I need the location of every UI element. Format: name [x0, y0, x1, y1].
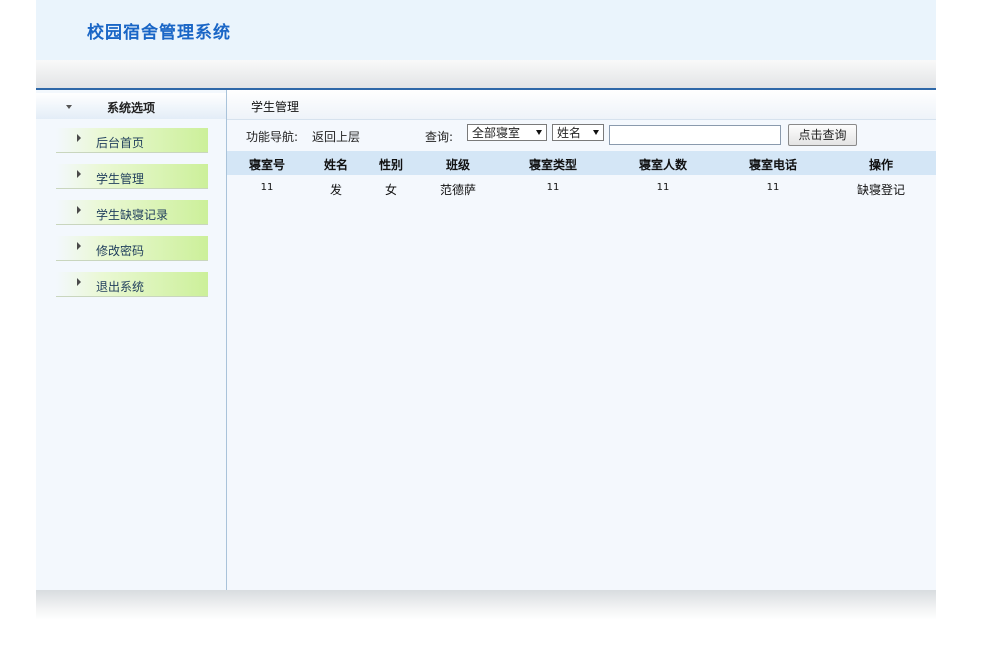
sidebar-heading[interactable]: 系统选项: [36, 93, 226, 119]
cell-room-type: 11: [546, 182, 560, 193]
sidebar-item-label: 学生管理: [96, 172, 145, 186]
table-header: 寝室号 姓名 性别 班级 寝室类型 寝室人数 寝室电话 操作: [227, 151, 936, 175]
col-header-class: 班级: [445, 158, 471, 172]
cell-room-occupancy: 11: [656, 182, 670, 193]
dorm-filter-value: 全部寝室: [472, 126, 521, 140]
sidebar: 系统选项 后台首页 学生管理 学生缺寝记录 修改密码 退出系统: [36, 90, 227, 590]
content-tabbar: 学生管理: [227, 90, 936, 120]
cell-gender: 女: [384, 183, 398, 197]
triangle-right-icon: [77, 134, 81, 142]
cell-room-phone: 11: [766, 182, 780, 193]
sidebar-heading-label: 系统选项: [107, 101, 156, 115]
sidebar-item-student-management[interactable]: 学生管理: [56, 164, 208, 189]
back-link[interactable]: 返回上层: [312, 128, 360, 145]
cell-room-number: 11: [260, 182, 274, 193]
dorm-filter-select[interactable]: 全部寝室: [467, 124, 547, 141]
sidebar-item-label: 退出系统: [96, 280, 145, 294]
col-header-room-occupancy: 寝室人数: [638, 158, 688, 172]
sidebar-item-home[interactable]: 后台首页: [56, 128, 208, 153]
main-content: 学生管理 功能导航: 返回上层 查询: 全部寝室 姓名 点击查询 寝室号 姓名 …: [227, 90, 936, 590]
app-title: 校园宿舍管理系统: [87, 23, 231, 43]
sidebar-item-change-password[interactable]: 修改密码: [56, 236, 208, 261]
triangle-right-icon: [77, 206, 81, 214]
dropdown-caret-icon: [593, 130, 599, 135]
search-input[interactable]: [609, 125, 781, 145]
col-header-room-phone: 寝室电话: [748, 158, 798, 172]
triangle-right-icon: [77, 278, 81, 286]
collapse-arrow-icon: [66, 105, 72, 109]
nav-label: 功能导航:: [246, 130, 299, 144]
sidebar-item-label: 修改密码: [96, 244, 145, 258]
triangle-right-icon: [77, 242, 81, 250]
sidebar-item-absence-records[interactable]: 学生缺寝记录: [56, 200, 208, 225]
col-header-gender: 性别: [378, 158, 404, 172]
cell-name: 发: [329, 183, 343, 197]
absence-register-link[interactable]: 缺寝登记: [857, 181, 905, 198]
col-header-actions: 操作: [868, 158, 894, 172]
app-frame: 校园宿舍管理系统 系统选项 后台首页 学生管理 学生缺寝记录 修改密码 退出系统…: [36, 0, 936, 658]
col-header-room-number: 寝室号: [248, 158, 286, 172]
sidebar-menu: 后台首页 学生管理 学生缺寝记录 修改密码 退出系统: [56, 128, 208, 308]
tab-student-management[interactable]: 学生管理: [251, 98, 299, 115]
dropdown-caret-icon: [536, 130, 542, 135]
cell-class: 范德萨: [439, 183, 477, 197]
sidebar-item-logout[interactable]: 退出系统: [56, 272, 208, 297]
sidebar-item-label: 后台首页: [96, 136, 145, 150]
sidebar-item-label: 学生缺寝记录: [96, 208, 169, 222]
col-header-room-type: 寝室类型: [528, 158, 578, 172]
field-filter-value: 姓名: [557, 126, 582, 140]
app-header: 校园宿舍管理系统: [36, 0, 936, 60]
top-toolbar: [36, 60, 936, 90]
triangle-right-icon: [77, 170, 81, 178]
footer-bar: [36, 590, 936, 620]
col-header-name: 姓名: [323, 158, 349, 172]
table-row: 11 发 女 范德萨 11 11 11 缺寝登记: [227, 176, 936, 200]
query-label: 查询:: [425, 130, 454, 144]
field-filter-select[interactable]: 姓名: [552, 124, 604, 141]
search-button[interactable]: 点击查询: [788, 124, 857, 146]
